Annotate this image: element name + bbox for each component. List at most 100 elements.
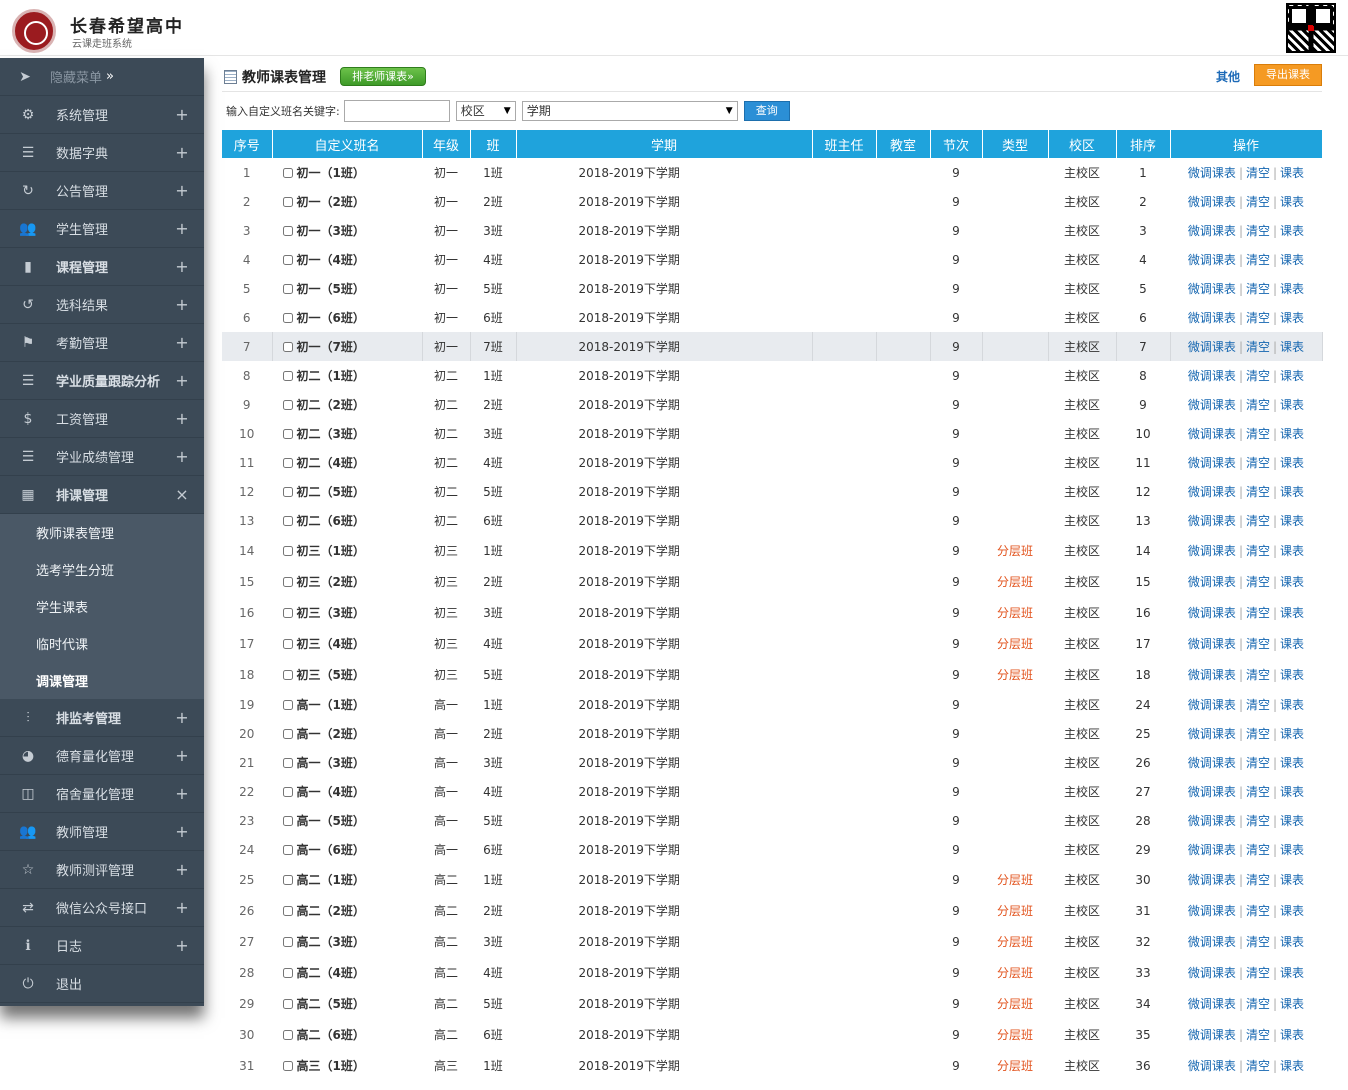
schedule-link[interactable]: 课表 bbox=[1280, 904, 1304, 918]
sidebar-item[interactable]: ⏻ 退出 bbox=[0, 965, 204, 1003]
clear-link[interactable]: 清空 bbox=[1246, 195, 1270, 209]
clear-link[interactable]: 清空 bbox=[1246, 575, 1270, 589]
adjust-schedule-link[interactable]: 微调课表 bbox=[1188, 698, 1236, 712]
clear-link[interactable]: 清空 bbox=[1246, 873, 1270, 887]
sidebar-item[interactable]: ⚑ 考勤管理 + bbox=[0, 324, 204, 362]
submenu-item[interactable]: 调课管理 bbox=[0, 662, 204, 699]
hide-menu-toggle[interactable]: ➤ 隐藏菜单» bbox=[0, 58, 204, 96]
row-checkbox[interactable] bbox=[282, 816, 293, 826]
sidebar-item[interactable]: ↻ 公告管理 + bbox=[0, 172, 204, 210]
schedule-link[interactable]: 课表 bbox=[1280, 311, 1304, 325]
clear-link[interactable]: 清空 bbox=[1246, 935, 1270, 949]
row-checkbox[interactable] bbox=[282, 255, 293, 265]
adjust-schedule-link[interactable]: 微调课表 bbox=[1188, 544, 1236, 558]
row-checkbox[interactable] bbox=[282, 787, 293, 797]
campus-select[interactable]: 校区 ▼ bbox=[455, 101, 516, 121]
row-checkbox[interactable] bbox=[282, 577, 293, 587]
schedule-link[interactable]: 课表 bbox=[1280, 1059, 1304, 1073]
row-checkbox[interactable] bbox=[282, 937, 293, 947]
clear-link[interactable]: 清空 bbox=[1246, 369, 1270, 383]
adjust-schedule-link[interactable]: 微调课表 bbox=[1188, 1059, 1236, 1073]
clear-link[interactable]: 清空 bbox=[1246, 966, 1270, 980]
adjust-schedule-link[interactable]: 微调课表 bbox=[1188, 637, 1236, 651]
clear-link[interactable]: 清空 bbox=[1246, 544, 1270, 558]
schedule-link[interactable]: 课表 bbox=[1280, 340, 1304, 354]
schedule-link[interactable]: 课表 bbox=[1280, 166, 1304, 180]
clear-link[interactable]: 清空 bbox=[1246, 485, 1270, 499]
submenu-item[interactable]: 临时代课 bbox=[0, 625, 204, 662]
clear-link[interactable]: 清空 bbox=[1246, 398, 1270, 412]
other-link[interactable]: 其他 bbox=[1216, 68, 1240, 85]
adjust-schedule-link[interactable]: 微调课表 bbox=[1188, 456, 1236, 470]
sidebar-item[interactable]: ☰ 数据字典 + bbox=[0, 134, 204, 172]
schedule-link[interactable]: 课表 bbox=[1280, 544, 1304, 558]
adjust-schedule-link[interactable]: 微调课表 bbox=[1188, 606, 1236, 620]
schedule-link[interactable]: 课表 bbox=[1280, 282, 1304, 296]
submenu-item[interactable]: 学生课表 bbox=[0, 588, 204, 625]
clear-link[interactable]: 清空 bbox=[1246, 814, 1270, 828]
row-checkbox[interactable] bbox=[282, 487, 293, 497]
clear-link[interactable]: 清空 bbox=[1246, 166, 1270, 180]
clear-link[interactable]: 清空 bbox=[1246, 727, 1270, 741]
row-checkbox[interactable] bbox=[282, 516, 293, 526]
sidebar-item[interactable]: ☆ 教师测评管理 + bbox=[0, 851, 204, 889]
schedule-link[interactable]: 课表 bbox=[1280, 756, 1304, 770]
clear-link[interactable]: 清空 bbox=[1246, 698, 1270, 712]
row-checkbox[interactable] bbox=[282, 458, 293, 468]
row-checkbox[interactable] bbox=[282, 906, 293, 916]
schedule-link[interactable]: 课表 bbox=[1280, 1028, 1304, 1042]
adjust-schedule-link[interactable]: 微调课表 bbox=[1188, 966, 1236, 980]
schedule-link[interactable]: 课表 bbox=[1280, 873, 1304, 887]
schedule-link[interactable]: 课表 bbox=[1280, 727, 1304, 741]
schedule-link[interactable]: 课表 bbox=[1280, 575, 1304, 589]
clear-link[interactable]: 清空 bbox=[1246, 340, 1270, 354]
export-schedule-button[interactable]: 导出课表 bbox=[1254, 64, 1322, 86]
clear-link[interactable]: 清空 bbox=[1246, 668, 1270, 682]
sidebar-item[interactable]: ▮ 课程管理 + bbox=[0, 248, 204, 286]
adjust-schedule-link[interactable]: 微调课表 bbox=[1188, 904, 1236, 918]
adjust-schedule-link[interactable]: 微调课表 bbox=[1188, 1028, 1236, 1042]
row-checkbox[interactable] bbox=[282, 758, 293, 768]
schedule-link[interactable]: 课表 bbox=[1280, 814, 1304, 828]
clear-link[interactable]: 清空 bbox=[1246, 756, 1270, 770]
schedule-link[interactable]: 课表 bbox=[1280, 668, 1304, 682]
row-checkbox[interactable] bbox=[282, 168, 293, 178]
row-checkbox[interactable] bbox=[282, 875, 293, 885]
adjust-schedule-link[interactable]: 微调课表 bbox=[1188, 843, 1236, 857]
sidebar-item[interactable]: ☰ 学业质量跟踪分析 + bbox=[0, 362, 204, 400]
row-checkbox[interactable] bbox=[282, 639, 293, 649]
sidebar-item[interactable]: ⫶ 排监考管理 + bbox=[0, 699, 204, 737]
adjust-schedule-link[interactable]: 微调课表 bbox=[1188, 253, 1236, 267]
row-checkbox[interactable] bbox=[282, 608, 293, 618]
schedule-link[interactable]: 课表 bbox=[1280, 398, 1304, 412]
schedule-link[interactable]: 课表 bbox=[1280, 195, 1304, 209]
adjust-schedule-link[interactable]: 微调课表 bbox=[1188, 398, 1236, 412]
adjust-schedule-link[interactable]: 微调课表 bbox=[1188, 427, 1236, 441]
term-select[interactable]: 学期 ▼ bbox=[521, 101, 738, 121]
sidebar-item[interactable]: ☰ 学业成绩管理 + bbox=[0, 438, 204, 476]
adjust-schedule-link[interactable]: 微调课表 bbox=[1188, 668, 1236, 682]
schedule-link[interactable]: 课表 bbox=[1280, 966, 1304, 980]
schedule-link[interactable]: 课表 bbox=[1280, 698, 1304, 712]
clear-link[interactable]: 清空 bbox=[1246, 843, 1270, 857]
schedule-link[interactable]: 课表 bbox=[1280, 935, 1304, 949]
clear-link[interactable]: 清空 bbox=[1246, 997, 1270, 1011]
adjust-schedule-link[interactable]: 微调课表 bbox=[1188, 485, 1236, 499]
sidebar-item[interactable]: 👥 学生管理 + bbox=[0, 210, 204, 248]
sidebar-item[interactable]: ↺ 选科结果 + bbox=[0, 286, 204, 324]
row-checkbox[interactable] bbox=[282, 968, 293, 978]
adjust-schedule-link[interactable]: 微调课表 bbox=[1188, 873, 1236, 887]
row-checkbox[interactable] bbox=[282, 197, 293, 207]
adjust-schedule-link[interactable]: 微调课表 bbox=[1188, 514, 1236, 528]
clear-link[interactable]: 清空 bbox=[1246, 253, 1270, 267]
row-checkbox[interactable] bbox=[282, 1061, 293, 1071]
submenu-item[interactable]: 选考学生分班 bbox=[0, 551, 204, 588]
schedule-link[interactable]: 课表 bbox=[1280, 606, 1304, 620]
schedule-link[interactable]: 课表 bbox=[1280, 369, 1304, 383]
row-checkbox[interactable] bbox=[282, 546, 293, 556]
sidebar-item[interactable]: ⚙ 系统管理 + bbox=[0, 96, 204, 134]
row-checkbox[interactable] bbox=[282, 429, 293, 439]
clear-link[interactable]: 清空 bbox=[1246, 224, 1270, 238]
adjust-schedule-link[interactable]: 微调课表 bbox=[1188, 756, 1236, 770]
adjust-schedule-link[interactable]: 微调课表 bbox=[1188, 575, 1236, 589]
